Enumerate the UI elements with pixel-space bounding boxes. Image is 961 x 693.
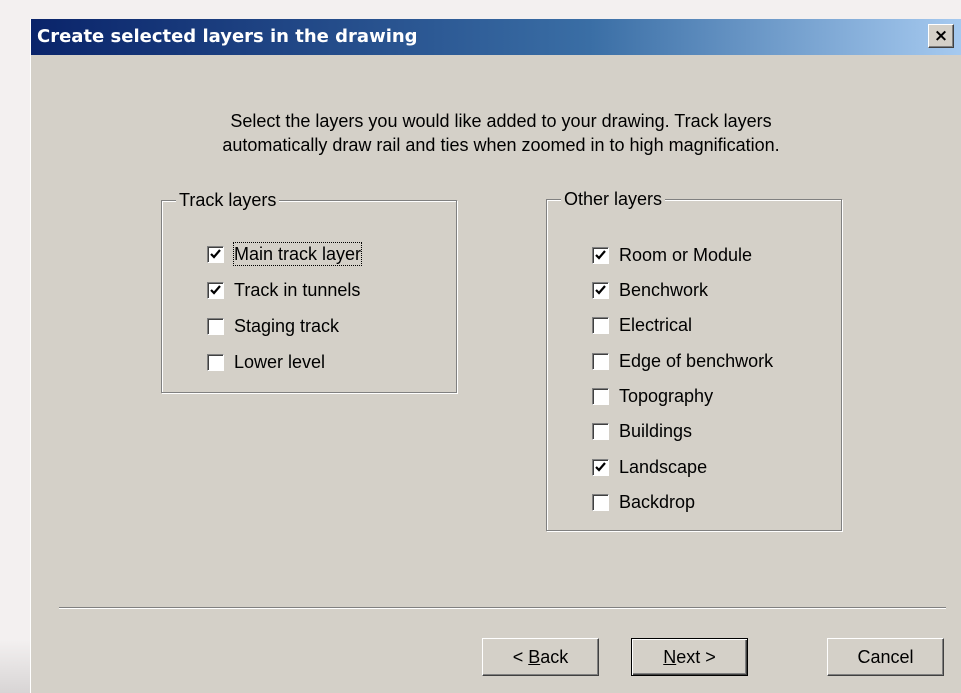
checkbox-label[interactable]: Room or Module (619, 244, 752, 266)
checkbox-label[interactable]: Buildings (619, 420, 692, 442)
checkbox-box[interactable] (592, 352, 609, 370)
next-button-label: Next > (663, 646, 716, 667)
checkbox-label[interactable]: Backdrop (619, 491, 695, 513)
checkbox-label[interactable]: Track in tunnels (234, 279, 360, 301)
checkbox-room-or-module[interactable]: Room or Module (592, 243, 752, 267)
checkmark-icon (595, 249, 606, 260)
checkbox-box[interactable] (592, 246, 609, 264)
button-separator (59, 607, 946, 609)
checkbox-label[interactable]: Topography (619, 385, 713, 407)
checkbox-label[interactable]: Edge of benchwork (619, 350, 773, 372)
checkbox-box[interactable] (207, 353, 224, 371)
checkbox-box[interactable] (592, 281, 609, 299)
checkbox-buildings[interactable]: Buildings (592, 419, 692, 443)
checkbox-box[interactable] (207, 281, 224, 299)
other-layers-legend: Other layers (561, 188, 666, 210)
checkbox-electrical[interactable]: Electrical (592, 313, 692, 337)
back-button-label: < Back (512, 646, 569, 667)
instructions-line-1: Select the layers you would like added t… (230, 111, 772, 131)
checkbox-box[interactable] (207, 245, 224, 263)
close-icon: × (933, 25, 949, 46)
track-layers-legend: Track layers (176, 189, 280, 211)
checkbox-label[interactable]: Electrical (619, 314, 692, 336)
checkbox-staging-track[interactable]: Staging track (207, 314, 339, 338)
checkmark-icon (595, 284, 606, 295)
checkbox-label[interactable]: Lower level (234, 351, 325, 373)
close-button[interactable]: × (928, 24, 954, 48)
wizard-dialog: Create selected layers in the drawing × … (30, 19, 961, 693)
title-bar[interactable]: Create selected layers in the drawing × (31, 19, 961, 55)
next-button[interactable]: Next > (631, 638, 748, 676)
checkmark-icon (210, 248, 221, 259)
cancel-button[interactable]: Cancel (827, 638, 944, 676)
checkmark-icon (210, 284, 221, 295)
checkbox-landscape[interactable]: Landscape (592, 455, 707, 479)
checkbox-label[interactable]: Landscape (619, 456, 707, 478)
checkbox-box[interactable] (592, 316, 609, 334)
track-layers-group: Track layers Main track layer Track in t… (161, 189, 457, 393)
checkbox-lower-level[interactable]: Lower level (207, 350, 325, 374)
checkbox-backdrop[interactable]: Backdrop (592, 490, 695, 514)
instructions-line-2: automatically draw rail and ties when zo… (222, 135, 780, 155)
back-button[interactable]: < Back (482, 638, 599, 676)
checkbox-topography[interactable]: Topography (592, 384, 713, 408)
checkbox-box[interactable] (592, 422, 609, 440)
background-edge (0, 640, 30, 693)
checkbox-edge-of-benchwork[interactable]: Edge of benchwork (592, 349, 773, 373)
cancel-button-label: Cancel (857, 646, 914, 667)
checkbox-box[interactable] (592, 458, 609, 476)
checkbox-box[interactable] (207, 317, 224, 335)
dialog-title: Create selected layers in the drawing (37, 26, 418, 47)
checkbox-box[interactable] (592, 387, 609, 405)
checkbox-label[interactable]: Staging track (234, 315, 339, 337)
checkbox-label[interactable]: Benchwork (619, 279, 708, 301)
checkbox-label[interactable]: Main track layer (232, 242, 363, 266)
other-layers-group: Other layers Room or Module Benchwork El… (546, 188, 842, 531)
instructions-text: Select the layers you would like added t… (131, 109, 871, 157)
checkmark-icon (595, 461, 606, 472)
checkbox-box[interactable] (592, 493, 609, 511)
checkbox-main-track-layer[interactable]: Main track layer (207, 242, 363, 266)
checkbox-benchwork[interactable]: Benchwork (592, 278, 708, 302)
checkbox-track-in-tunnels[interactable]: Track in tunnels (207, 278, 360, 302)
